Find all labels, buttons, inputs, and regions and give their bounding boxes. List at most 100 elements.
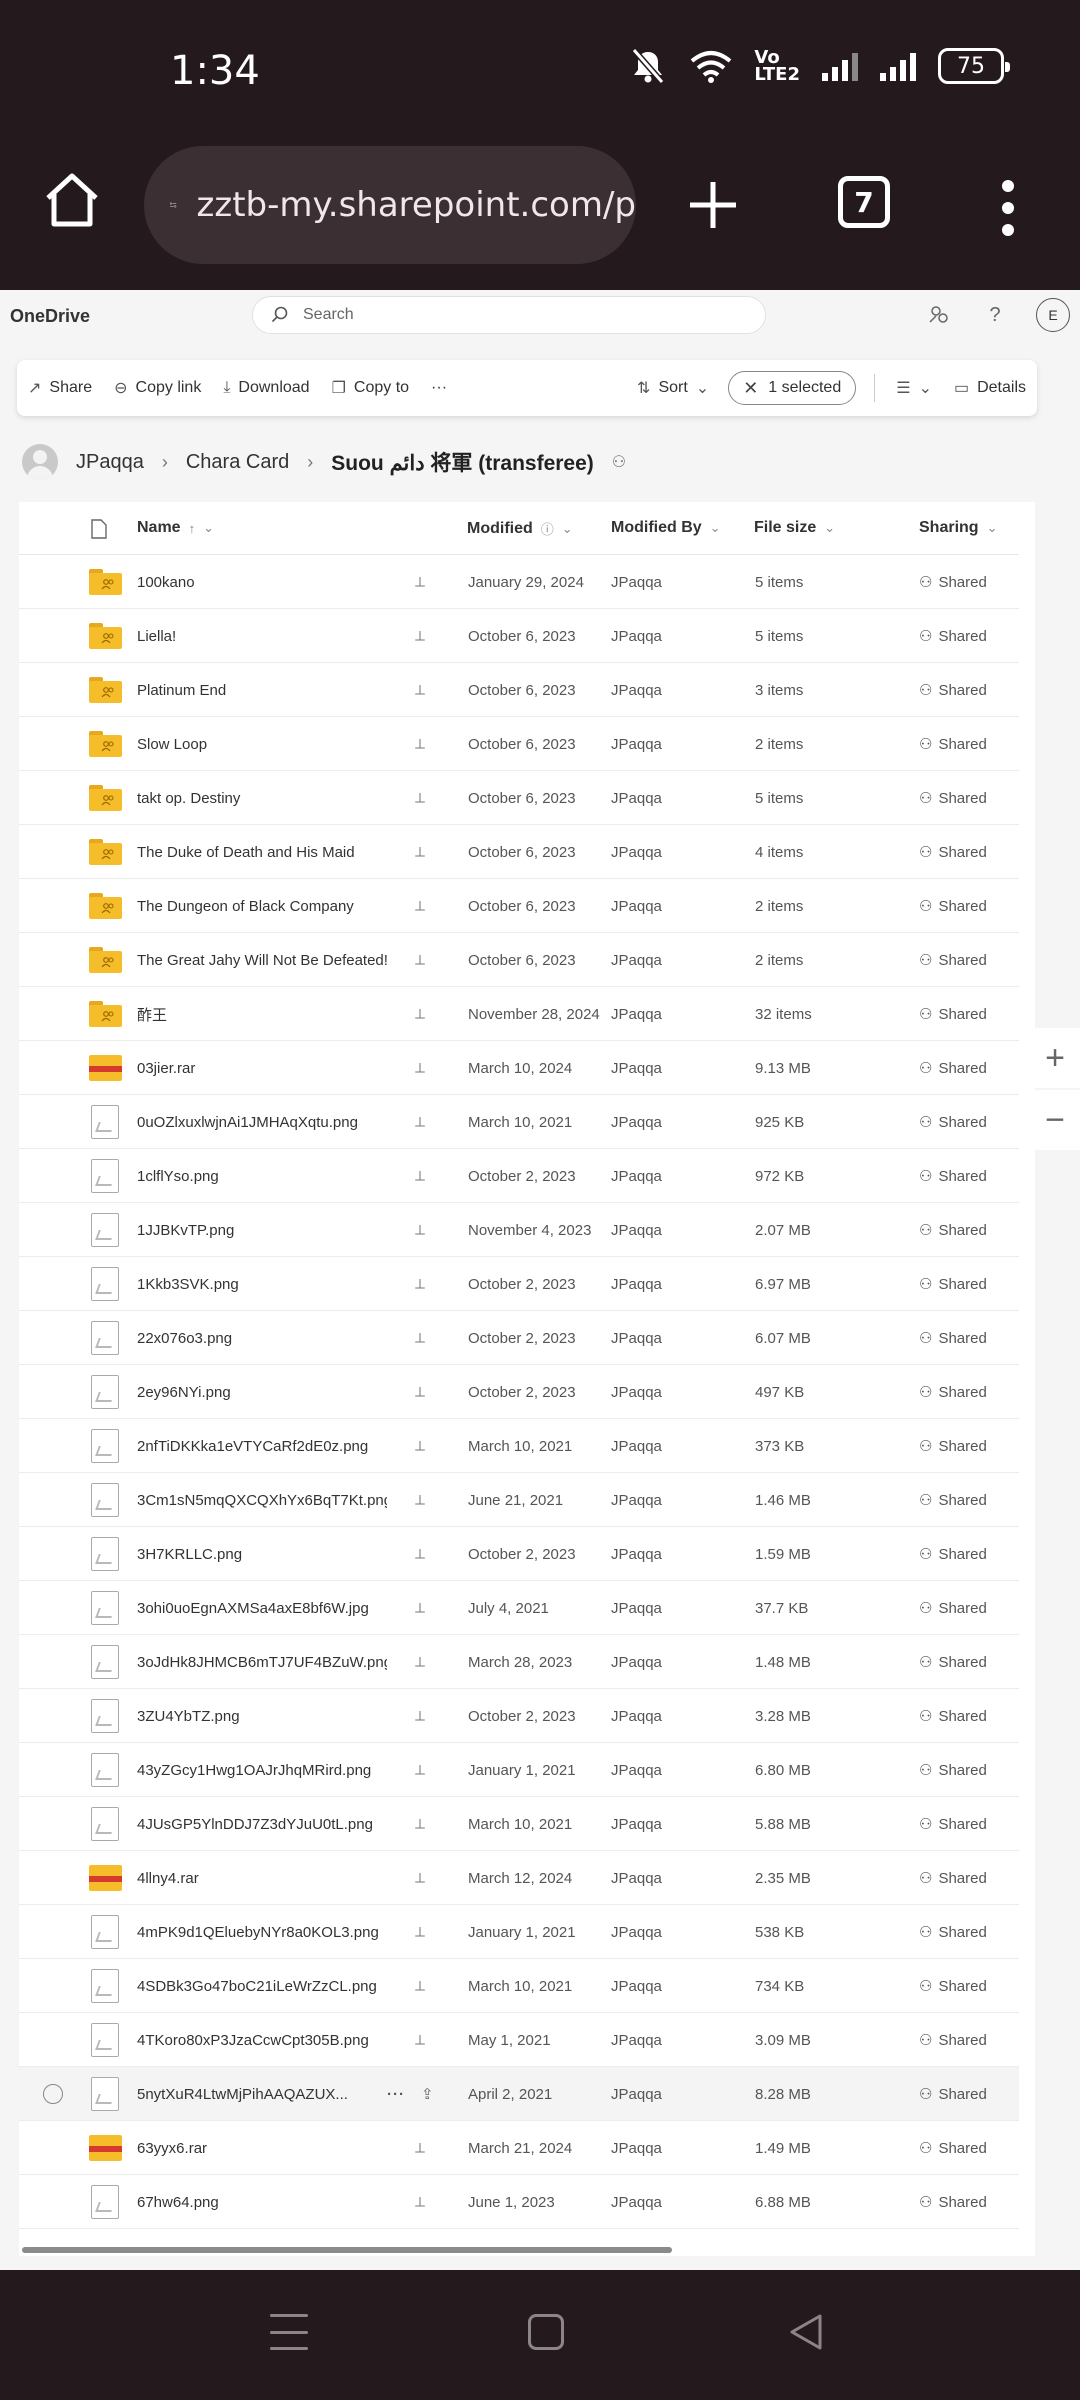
file-name[interactable]: 4mPK9d1QEluebyNYr8a0KOL3.png [137,1905,387,1959]
file-name[interactable]: 2ey96NYi.png [137,1365,387,1419]
table-row[interactable]: 67hw64.png ⟂ June 1, 2023 JPaqqa 6.88 MB ⚇ Sha… [19,2175,1019,2229]
table-row[interactable]: 3oJdHk8JHMCB6mTJ7UF4BZuW.png ⟂ March 28, 2… [19,1635,1019,1689]
home-icon[interactable] [42,170,102,230]
file-name[interactable]: 43yZGcy1Hwg1OAJrJhqMRird.png [137,1743,387,1797]
site-settings-icon[interactable] [170,185,177,225]
table-row[interactable]: 1clflYso.png ⟂ October 2, 2023 JPaqqa 972 KB… [19,1149,1019,1203]
column-name[interactable]: Name ↑ ⌄ [137,519,214,537]
table-row[interactable]: 100kano ⟂ January 29, 2024 JPaqqa 5 items ⚇ Sh… [19,555,1019,609]
file-name[interactable]: Platinum End [137,663,387,717]
pin-icon[interactable]: ⟂ [415,1581,425,1635]
browser-menu-icon[interactable] [998,180,1018,236]
file-name[interactable]: 4JUsGP5YlnDDJ7Z3dYJuU0tL.png [137,1797,387,1851]
file-name[interactable]: 4llny4.rar [137,1851,387,1905]
help-icon[interactable]: ? [980,300,1010,330]
file-name[interactable]: Liella! [137,609,387,663]
file-name[interactable]: 3ohi0uoEgnAXMSa4axE8bf6W.jpg [137,1581,387,1635]
zoom-out-button[interactable]: − [1030,1090,1080,1150]
row-select-checkbox[interactable] [43,2067,63,2121]
table-row[interactable]: 4llny4.rar ⟂ March 12, 2024 JPaqqa 2.35 MB ⚇ S… [19,1851,1019,1905]
zoom-in-button[interactable]: + [1030,1028,1080,1088]
file-name[interactable]: takt op. Destiny [137,771,387,825]
table-row[interactable]: 03jier.rar ⟂ March 10, 2024 JPaqqa 9.13 MB ⚇ S… [19,1041,1019,1095]
table-row[interactable]: The Duke of Death and His Maid ⟂ October 6… [19,825,1019,879]
pin-icon[interactable]: ⟂ [415,1743,425,1797]
file-name[interactable]: 3ZU4YbTZ.png [137,1689,387,1743]
pin-icon[interactable]: ⟂ [415,933,425,987]
pin-icon[interactable]: ⟂ [415,1365,425,1419]
table-row[interactable]: 4mPK9d1QEluebyNYr8a0KOL3.png ⟂ January 1, … [19,1905,1019,1959]
file-name[interactable]: 1JJBKvTP.png [137,1203,387,1257]
pin-icon[interactable]: ⟂ [415,1851,425,1905]
new-tab-icon[interactable] [688,180,738,230]
pin-icon[interactable]: ⟂ [415,1149,425,1203]
table-row[interactable]: 5nytXuR4LtwMjPihAAQAZUX... ··· ⇪ April 2, 2… [19,2067,1019,2121]
table-row[interactable]: 63yyx6.rar ⟂ March 21, 2024 JPaqqa 1.49 MB ⚇ S… [19,2121,1019,2175]
copy-to-button[interactable]: ❐ Copy to [321,360,420,416]
file-name[interactable]: 0uOZlxuxlwjnAi1JMHAqXqtu.png [137,1095,387,1149]
table-row[interactable]: 3ZU4YbTZ.png ⟂ October 2, 2023 JPaqqa 3.28 M… [19,1689,1019,1743]
pin-icon[interactable]: ⟂ [415,717,425,771]
pin-icon[interactable]: ⟂ [415,1959,425,2013]
view-options-button[interactable]: ☰ ⌄ [885,360,943,416]
column-modified[interactable]: Modified ⓘ ⌄ [467,519,573,538]
copy-link-button[interactable]: ⊖ Copy link [103,360,212,416]
details-button[interactable]: ▭ Details [943,360,1037,416]
table-row[interactable]: The Dungeon of Black Company ⟂ October 6, … [19,879,1019,933]
pin-icon[interactable]: ⟂ [415,1797,425,1851]
breadcrumb-owner[interactable]: JPaqqa [76,451,144,474]
file-name[interactable]: 63yyx6.rar [137,2121,387,2175]
file-name[interactable]: Slow Loop [137,717,387,771]
file-type-header-icon[interactable] [91,519,107,539]
download-button[interactable]: ⤓ Download [212,360,320,416]
table-row[interactable]: 酢王 ⟂ November 28, 2024 JPaqqa 32 items ⚇ Share… [19,987,1019,1041]
pin-icon[interactable]: ⟂ [415,1203,425,1257]
sort-button[interactable]: ⇅ Sort ⌄ [626,360,720,416]
pin-icon[interactable]: ⟂ [415,555,425,609]
pin-icon[interactable]: ⟂ [415,609,425,663]
pin-icon[interactable]: ⟂ [415,1527,425,1581]
table-row[interactable]: The Great Jahy Will Not Be Defeated! ⟂ Oct… [19,933,1019,987]
pin-icon[interactable]: ⟂ [415,1905,425,1959]
table-row[interactable]: 22x076o3.png ⟂ October 2, 2023 JPaqqa 6.07 M… [19,1311,1019,1365]
back-icon[interactable] [786,2312,826,2352]
file-name[interactable]: 3oJdHk8JHMCB6mTJ7UF4BZuW.png [137,1635,387,1689]
file-name[interactable]: 22x076o3.png [137,1311,387,1365]
file-name[interactable]: 2nfTiDKKka1eVTYCaRf2dE0z.png [137,1419,387,1473]
file-name[interactable]: 67hw64.png [137,2175,387,2229]
file-name[interactable]: 4SDBk3Go47boC21iLeWrZzCL.png [137,1959,387,2013]
more-actions-icon[interactable]: ··· [387,2067,405,2121]
table-row[interactable]: 2ey96NYi.png ⟂ October 2, 2023 JPaqqa 497 KB… [19,1365,1019,1419]
pin-icon[interactable]: ⟂ [415,1257,425,1311]
account-avatar[interactable]: E [1036,298,1070,332]
system-home-icon[interactable] [528,2314,564,2350]
pin-icon[interactable]: ⟂ [415,1311,425,1365]
pin-icon[interactable]: ⟂ [415,1419,425,1473]
pin-icon[interactable]: ⟂ [415,1689,425,1743]
table-row[interactable]: 3ohi0uoEgnAXMSa4axE8bf6W.jpg ⟂ July 4, 202… [19,1581,1019,1635]
more-commands-button[interactable]: ··· [420,360,458,416]
table-row[interactable]: 0uOZlxuxlwjnAi1JMHAqXqtu.png ⟂ March 10, 2… [19,1095,1019,1149]
tab-switcher-button[interactable]: 7 [838,176,890,228]
close-icon[interactable]: ✕ [743,378,758,399]
table-row[interactable]: 2nfTiDKKka1eVTYCaRf2dE0z.png ⟂ March 10, 2… [19,1419,1019,1473]
pin-icon[interactable]: ⟂ [415,825,425,879]
table-row[interactable]: 1JJBKvTP.png ⟂ November 4, 2023 JPaqqa 2.07 … [19,1203,1019,1257]
pin-icon[interactable]: ⟂ [415,1095,425,1149]
pin-icon[interactable]: ⟂ [415,2121,425,2175]
pin-icon[interactable]: ⟂ [415,1635,425,1689]
breadcrumb-level1[interactable]: Chara Card [186,451,289,474]
pin-icon[interactable]: ⟂ [415,771,425,825]
pin-icon[interactable]: ⟂ [415,2013,425,2067]
file-name[interactable]: 100kano [137,555,387,609]
recent-apps-icon[interactable] [270,2314,308,2350]
table-row[interactable]: 4JUsGP5YlnDDJ7Z3dYJuU0tL.png ⟂ March 10, 2… [19,1797,1019,1851]
table-row[interactable]: 4TKoro80xP3JzaCcwCpt305B.png ⟂ May 1, 2021… [19,2013,1019,2067]
file-name[interactable]: 1clflYso.png [137,1149,387,1203]
app-title[interactable]: OneDrive [10,306,90,327]
file-name[interactable]: 1Kkb3SVK.png [137,1257,387,1311]
file-name[interactable]: 4TKoro80xP3JzaCcwCpt305B.png [137,2013,387,2067]
file-name[interactable]: 3Cm1sN5mqQXCQXhYx6BqT7Kt.png [137,1473,387,1527]
share-icon[interactable]: ⇪ [421,2067,434,2121]
file-name[interactable]: The Dungeon of Black Company [137,879,387,933]
